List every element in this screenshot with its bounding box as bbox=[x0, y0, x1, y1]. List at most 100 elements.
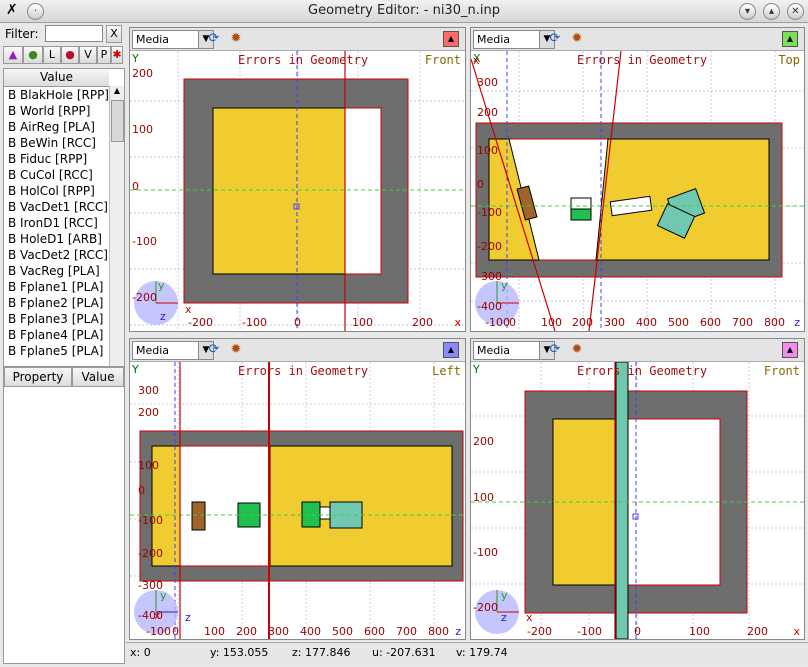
list-item[interactable]: B Fiduc [RPP] bbox=[8, 152, 108, 166]
gizmo-y-label: y bbox=[501, 589, 508, 602]
status-bar: x: 0 y: 153.055 z: 177.846 u: -207.631 v… bbox=[126, 642, 808, 665]
y-tick: 0 bbox=[138, 484, 145, 497]
list-item[interactable]: B World [RPP] bbox=[8, 104, 108, 118]
list-item[interactable]: B VacDet2 [RCC] bbox=[8, 248, 108, 262]
property-header[interactable]: Property bbox=[4, 367, 72, 387]
scroll-up-arrow[interactable]: ▲ bbox=[110, 86, 124, 98]
list-item[interactable]: B Fplane5 [PLA] bbox=[8, 344, 108, 358]
list-header-value[interactable]: Value bbox=[4, 69, 109, 87]
x-tick: -200 bbox=[188, 316, 213, 329]
y-tick: 100 bbox=[132, 123, 153, 136]
refresh-icon[interactable]: ⟳ bbox=[206, 342, 222, 358]
refresh-icon[interactable]: ⟳ bbox=[547, 342, 563, 358]
x-tick: 700 bbox=[396, 625, 417, 638]
x-tick: 0 bbox=[509, 316, 516, 329]
errors-title: Errors in Geometry bbox=[577, 364, 708, 378]
axis-x-label: x bbox=[454, 316, 461, 329]
x-tick: 100 bbox=[689, 625, 710, 638]
x-tick: -100 bbox=[577, 625, 602, 638]
special-icon[interactable]: ✱ bbox=[111, 46, 123, 64]
parameter-button[interactable]: P bbox=[97, 46, 111, 64]
viewport-color-box[interactable]: ▲ bbox=[782, 31, 798, 47]
viewport-toolbar: Media ▼ ⟳ ✹ ▲ bbox=[471, 339, 804, 362]
minimize-button[interactable]: ▾ bbox=[739, 3, 756, 20]
viewport-front-2[interactable]: Media ▼ ⟳ ✹ ▲ Y Errors in Geometry Front… bbox=[470, 338, 805, 640]
region-icon[interactable]: ● bbox=[23, 46, 43, 64]
viewport-toolbar: Media ▼ ⟳ ✹ ▲ bbox=[130, 339, 465, 362]
x-tick: 200 bbox=[236, 625, 257, 638]
bug-icon[interactable]: ✹ bbox=[569, 31, 585, 47]
lattice-button[interactable]: L bbox=[43, 46, 61, 64]
x-tick: 300 bbox=[268, 625, 289, 638]
viewport-color-box[interactable]: ▲ bbox=[782, 342, 798, 358]
viewport-canvas[interactable] bbox=[130, 51, 465, 331]
close-button[interactable]: ✕ bbox=[787, 3, 804, 20]
media-select[interactable]: Media bbox=[473, 341, 542, 360]
y-tick: -100 bbox=[132, 235, 157, 248]
list-item[interactable]: B CuCol [RCC] bbox=[8, 168, 108, 182]
body-type-icon[interactable]: ▲ bbox=[3, 46, 23, 64]
list-item[interactable]: B VacReg [PLA] bbox=[8, 264, 108, 278]
bug-icon[interactable]: ✹ bbox=[228, 31, 244, 47]
y-tick: 100 bbox=[473, 491, 494, 504]
list-item[interactable]: B VacDet1 [RCC] bbox=[8, 200, 108, 214]
viewport-top[interactable]: Media ▼ ⟳ ✹ ▲ X Errors in Geometry Top 3… bbox=[470, 27, 805, 332]
x-tick: -100 bbox=[485, 316, 510, 329]
x-tick: 200 bbox=[572, 316, 593, 329]
axis-y-label: Y bbox=[132, 52, 139, 65]
list-item[interactable]: B HolCol [RPP] bbox=[8, 184, 108, 198]
x-tick: 100 bbox=[352, 316, 373, 329]
list-item[interactable]: B Fplane1 [PLA] bbox=[8, 280, 108, 294]
axis-z-label: z bbox=[794, 316, 800, 329]
errors-title: Errors in Geometry bbox=[238, 53, 369, 67]
list-item[interactable]: B Fplane4 [PLA] bbox=[8, 328, 108, 342]
x-tick: -100 bbox=[242, 316, 267, 329]
viewport-canvas[interactable] bbox=[130, 362, 465, 639]
viewport-canvas[interactable] bbox=[471, 51, 804, 331]
filter-input[interactable] bbox=[45, 25, 103, 42]
maximize-button[interactable]: ▴ bbox=[763, 3, 780, 20]
media-select[interactable]: Media bbox=[132, 30, 201, 49]
x-tick: 100 bbox=[541, 316, 562, 329]
y-tick: 100 bbox=[477, 144, 498, 157]
y-tick: -300 bbox=[477, 270, 502, 283]
list-item[interactable]: B Fplane3 [PLA] bbox=[8, 312, 108, 326]
value-header[interactable]: Value bbox=[72, 367, 124, 387]
list-item[interactable]: B BeWin [RCC] bbox=[8, 136, 108, 150]
viewport-color-box[interactable]: ▲ bbox=[443, 342, 459, 358]
x-tick: 200 bbox=[747, 625, 768, 638]
refresh-icon[interactable]: ⟳ bbox=[547, 31, 563, 47]
material-icon[interactable]: ● bbox=[61, 46, 79, 64]
y-tick: -200 bbox=[477, 240, 502, 253]
list-item[interactable]: B HoleD1 [ARB] bbox=[8, 232, 108, 246]
refresh-icon[interactable]: ⟳ bbox=[206, 31, 222, 47]
bug-icon[interactable]: ✹ bbox=[228, 342, 244, 358]
list-scrollbar[interactable]: ▲ ▼ bbox=[109, 86, 124, 384]
viewport-left[interactable]: Media ▼ ⟳ ✹ ▲ Y Errors in Geometry Left … bbox=[129, 338, 466, 640]
x-tick: 800 bbox=[428, 625, 449, 638]
media-select[interactable]: Media bbox=[132, 341, 201, 360]
bug-icon[interactable]: ✹ bbox=[569, 342, 585, 358]
media-select[interactable]: Media bbox=[473, 30, 542, 49]
scroll-thumb[interactable] bbox=[111, 100, 124, 142]
list-item[interactable]: B BlakHole [RPP] bbox=[8, 88, 108, 102]
volume-button[interactable]: V bbox=[79, 46, 97, 64]
x-tick: 800 bbox=[764, 316, 785, 329]
viewport-canvas[interactable] bbox=[471, 362, 804, 639]
title-bar: ✗ · Geometry Editor: - ni30_n.inp ▾ ▴ ✕ bbox=[0, 0, 808, 23]
property-table[interactable]: Property Value bbox=[3, 366, 125, 664]
filter-clear-button[interactable]: X bbox=[106, 25, 122, 43]
x-tick: -100 bbox=[146, 625, 171, 638]
list-item[interactable]: B AirReg [PLA] bbox=[8, 120, 108, 134]
axis-x-label: x bbox=[793, 625, 800, 638]
filter-label: Filter: bbox=[5, 27, 39, 41]
list-item[interactable]: B Fplane2 [PLA] bbox=[8, 296, 108, 310]
x-tick: 0 bbox=[294, 316, 301, 329]
body-list[interactable]: Value B BlakHole [RPP] B World [RPP] B Air… bbox=[3, 68, 125, 386]
viewport-color-box[interactable]: ▲ bbox=[443, 31, 459, 47]
yellow-region bbox=[212, 107, 346, 275]
left-panel: Filter: X ▲ ● L ● V P ✱ Value B BlakHole… bbox=[3, 24, 125, 664]
viewport-front-1[interactable]: Media ▼ ⟳ ✹ ▲ Y Errors in Geometry Front… bbox=[129, 27, 466, 332]
gizmo-y-label: y bbox=[501, 279, 508, 292]
list-item[interactable]: B IronD1 [RCC] bbox=[8, 216, 108, 230]
